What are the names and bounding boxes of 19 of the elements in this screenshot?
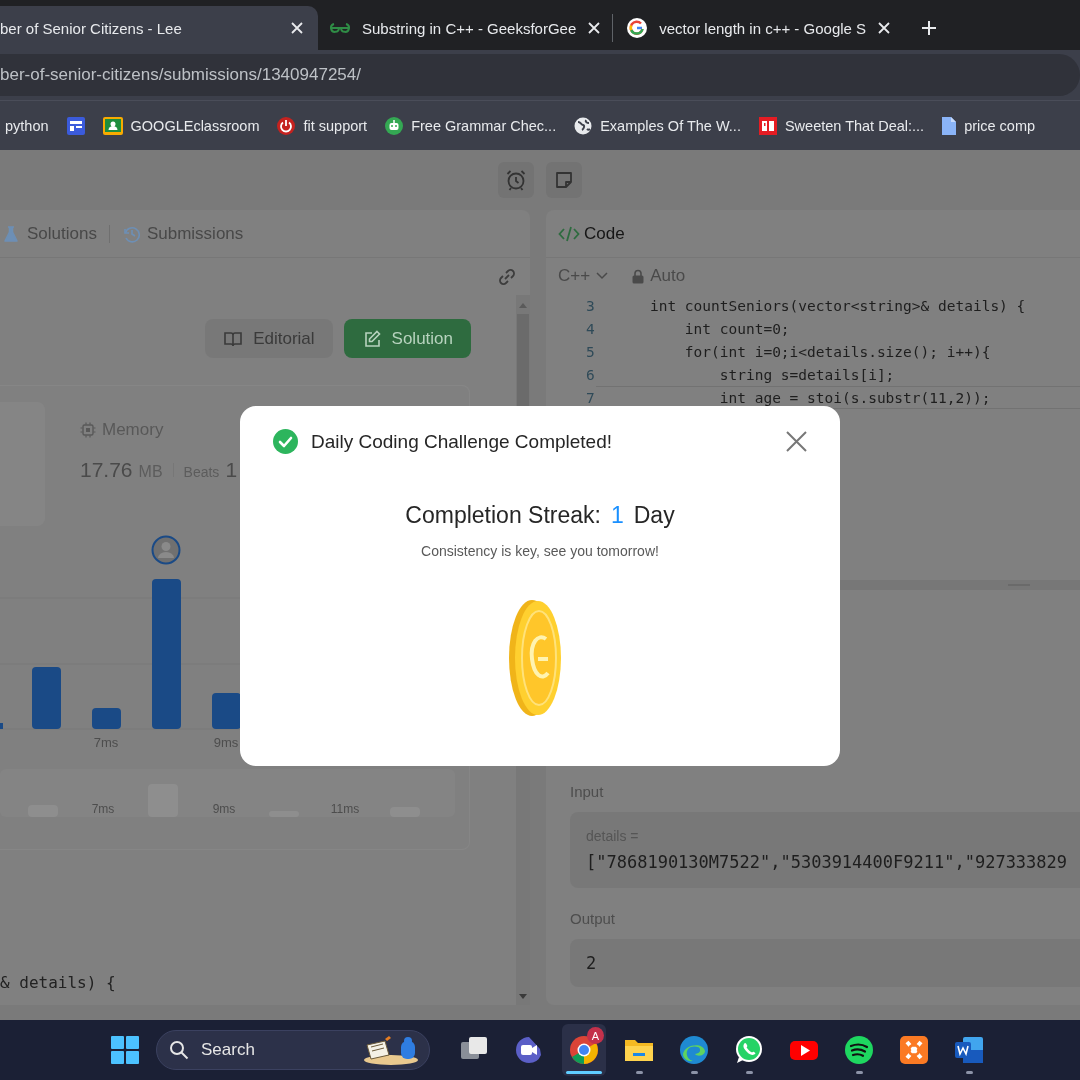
line-number: 4	[585, 320, 596, 337]
output-value: 2	[586, 953, 598, 973]
line-number: 5	[585, 343, 596, 360]
code-line: for(int i=0;i<details.size(); i++){	[683, 342, 992, 362]
streak-count: 1	[610, 502, 624, 529]
code-line: & details) {	[0, 973, 117, 992]
input-value: ["7868190130M7522","5303914400F9211","927333829	[586, 852, 1069, 872]
streak-unit: Day	[633, 502, 675, 529]
line-number: 6	[585, 366, 596, 383]
panel-title: Code	[584, 223, 625, 244]
notification-badge: A	[587, 1027, 604, 1044]
code-line: int countSeniors(vector<string>& details) {	[648, 296, 1027, 316]
streak-label: Completion Streak:	[405, 502, 601, 529]
line-number: 3	[585, 297, 596, 314]
dialog-message: Consistency is key, see you tomorrow!	[421, 543, 659, 559]
line-number: 7	[585, 389, 596, 406]
dialog-title: Daily Coding Challenge Completed!	[311, 430, 613, 453]
code-line: string s=details[i];	[718, 365, 896, 385]
code-line: int count=0;	[683, 319, 791, 339]
